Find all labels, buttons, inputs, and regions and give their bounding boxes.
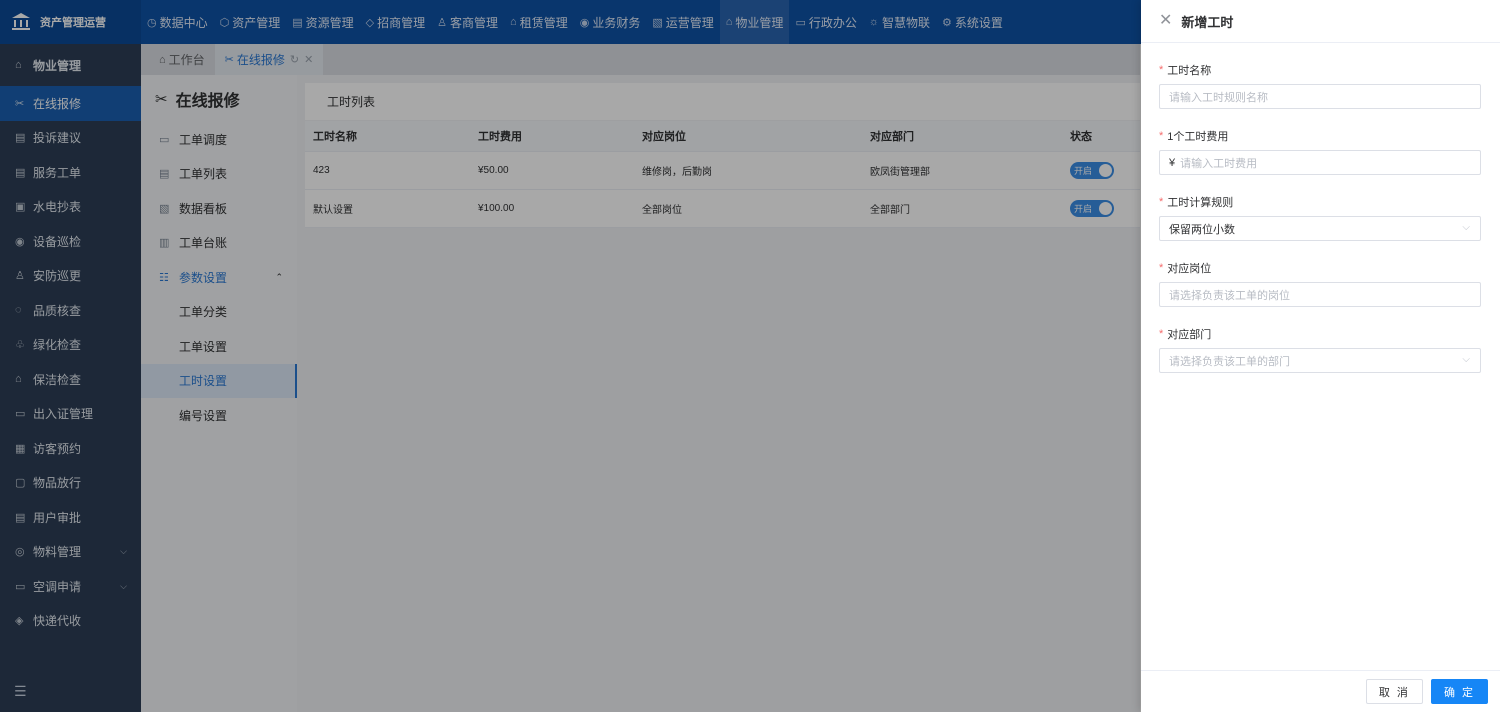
chevron-down-icon: ⌵ (1462, 222, 1470, 233)
currency-prefix: ¥ (1169, 156, 1176, 169)
calc-rule-select[interactable]: 保留两位小数 ⌵ (1159, 216, 1481, 241)
field-calc-rule: * 工时计算规则 保留两位小数 ⌵ (1159, 194, 1482, 241)
labor-name-input[interactable]: 请输入工时规则名称 (1159, 84, 1481, 109)
input-placeholder: 请输入工时规则名称 (1169, 91, 1268, 104)
required-mark: * (1159, 262, 1164, 274)
modal-overlay[interactable] (0, 0, 1141, 712)
input-placeholder: 请输入工时费用 (1180, 157, 1258, 170)
field-labor-name: * 工时名称 请输入工时规则名称 (1159, 62, 1482, 109)
field-label: * 对应部门 (1159, 326, 1482, 342)
post-select[interactable]: 请选择负责该工单的岗位 (1159, 282, 1481, 307)
field-dept: * 对应部门 请选择负责该工单的部门 ⌵ (1159, 326, 1482, 373)
field-label: * 对应岗位 (1159, 260, 1482, 276)
drawer-form: * 工时名称 请输入工时规则名称 * 1个工时费用 ¥ 请输入工时费用 * 工时计算规则… (1141, 62, 1500, 373)
required-mark: * (1159, 64, 1164, 76)
field-label: * 工时名称 (1159, 62, 1482, 78)
drawer-header: ✕ 新增工时 (1141, 0, 1500, 43)
dept-select[interactable]: 请选择负责该工单的部门 ⌵ (1159, 348, 1481, 373)
field-label-text: 对应岗位 (1167, 263, 1212, 275)
drawer-footer: 取 消 确 定 (1141, 670, 1500, 712)
input-placeholder: 请选择负责该工单的岗位 (1169, 289, 1290, 302)
field-label-text: 1个工时费用 (1167, 131, 1229, 143)
chevron-down-icon: ⌵ (1462, 354, 1470, 365)
drawer-title: 新增工时 (1181, 14, 1234, 30)
field-label: * 工时计算规则 (1159, 194, 1482, 210)
field-label: * 1个工时费用 (1159, 128, 1482, 144)
add-labor-drawer: ✕ 新增工时 * 工时名称 请输入工时规则名称 * 1个工时费用 ¥ 请输入工时费用 … (1141, 0, 1500, 712)
field-label-text: 对应部门 (1167, 329, 1212, 341)
labor-fee-input[interactable]: ¥ 请输入工时费用 (1159, 150, 1481, 175)
required-mark: * (1159, 130, 1164, 142)
field-label-text: 工时名称 (1167, 65, 1212, 77)
confirm-button[interactable]: 确 定 (1430, 679, 1488, 704)
input-placeholder: 请选择负责该工单的部门 (1169, 355, 1290, 368)
field-labor-fee: * 1个工时费用 ¥ 请输入工时费用 (1159, 128, 1482, 175)
field-label-text: 工时计算规则 (1167, 197, 1234, 209)
select-value: 保留两位小数 (1169, 223, 1235, 236)
required-mark: * (1159, 328, 1164, 340)
cancel-button[interactable]: 取 消 (1365, 679, 1423, 704)
close-icon[interactable]: ✕ (1159, 13, 1172, 29)
required-mark: * (1159, 196, 1164, 208)
field-post: * 对应岗位 请选择负责该工单的岗位 (1159, 260, 1482, 307)
